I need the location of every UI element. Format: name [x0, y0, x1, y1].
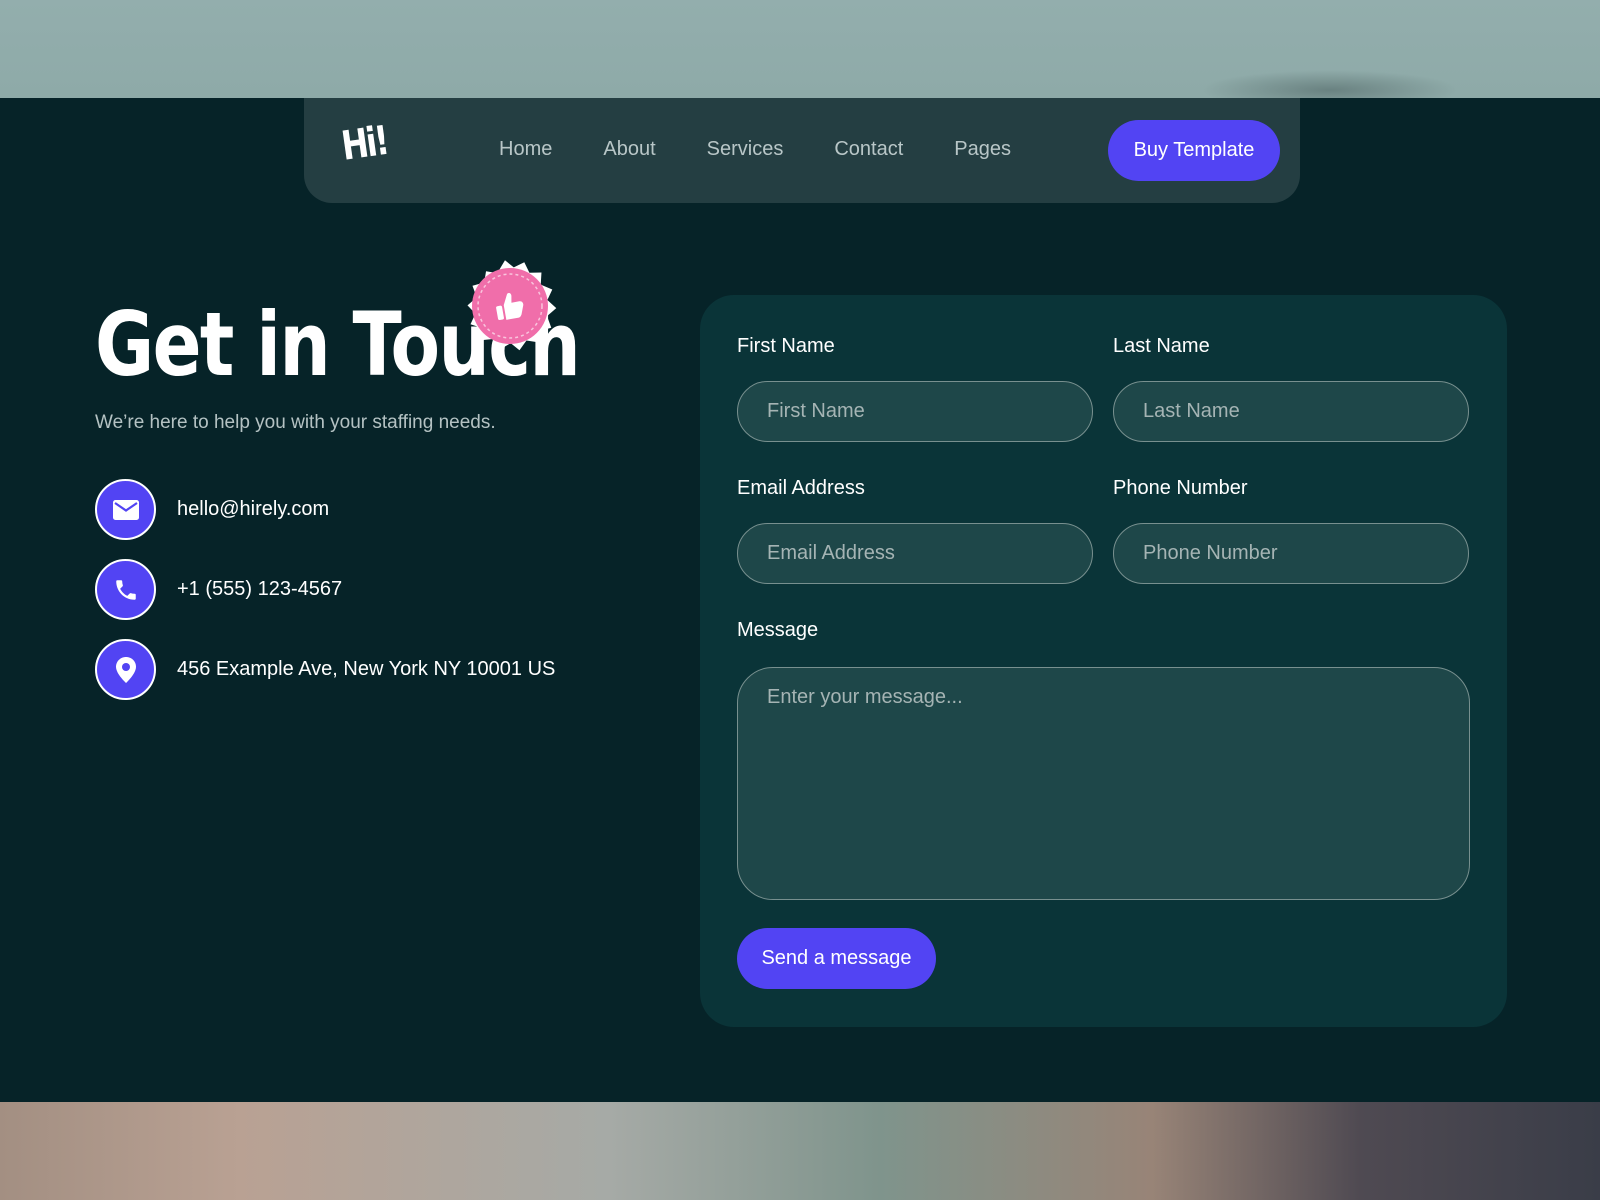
background-top-photo: [0, 0, 1600, 110]
nav-link-pages[interactable]: Pages: [954, 138, 1011, 161]
last-name-input[interactable]: [1113, 381, 1469, 442]
contact-email[interactable]: hello@hirely.com: [95, 479, 329, 540]
top-navbar: Hi! Home About Services Contact Pages Bu…: [304, 98, 1300, 203]
buy-template-button[interactable]: Buy Template: [1108, 120, 1280, 181]
message-label: Message: [737, 619, 819, 641]
first-name-label: First Name: [737, 335, 835, 357]
nav-links: Home About Services Contact Pages: [499, 138, 1062, 161]
nav-link-about[interactable]: About: [603, 138, 655, 161]
location-pin-icon: [95, 639, 156, 700]
contact-phone-text[interactable]: +1 (555) 123-4567: [177, 578, 342, 601]
thumbs-up-icon: [467, 260, 557, 351]
phone-input[interactable]: [1113, 523, 1469, 584]
phone-label: Phone Number: [1113, 477, 1248, 499]
contact-address-text[interactable]: 456 Example Ave, New York NY 10001 US: [177, 658, 555, 681]
last-name-label: Last Name: [1113, 335, 1210, 357]
subtitle: We’re here to help you with your staffin…: [95, 412, 496, 433]
logo[interactable]: Hi!: [339, 118, 390, 170]
nav-link-services[interactable]: Services: [707, 138, 784, 161]
message-textarea[interactable]: [737, 667, 1470, 900]
contact-form: First Name Last Name Email Address Phone…: [700, 295, 1507, 1027]
contact-section: Hi! Home About Services Contact Pages Bu…: [0, 98, 1600, 1102]
email-label: Email Address: [737, 477, 865, 499]
contact-email-text[interactable]: hello@hirely.com: [177, 498, 329, 521]
email-input[interactable]: [737, 523, 1093, 584]
send-message-button[interactable]: Send a message: [737, 928, 936, 989]
phone-icon: [95, 559, 156, 620]
nav-link-home[interactable]: Home: [499, 138, 552, 161]
mail-icon: [95, 479, 156, 540]
background-bottom-photo: [0, 1102, 1600, 1200]
first-name-input[interactable]: [737, 381, 1093, 442]
contact-phone[interactable]: +1 (555) 123-4567: [95, 559, 342, 620]
contact-address[interactable]: 456 Example Ave, New York NY 10001 US: [95, 639, 555, 700]
nav-link-contact[interactable]: Contact: [834, 138, 903, 161]
